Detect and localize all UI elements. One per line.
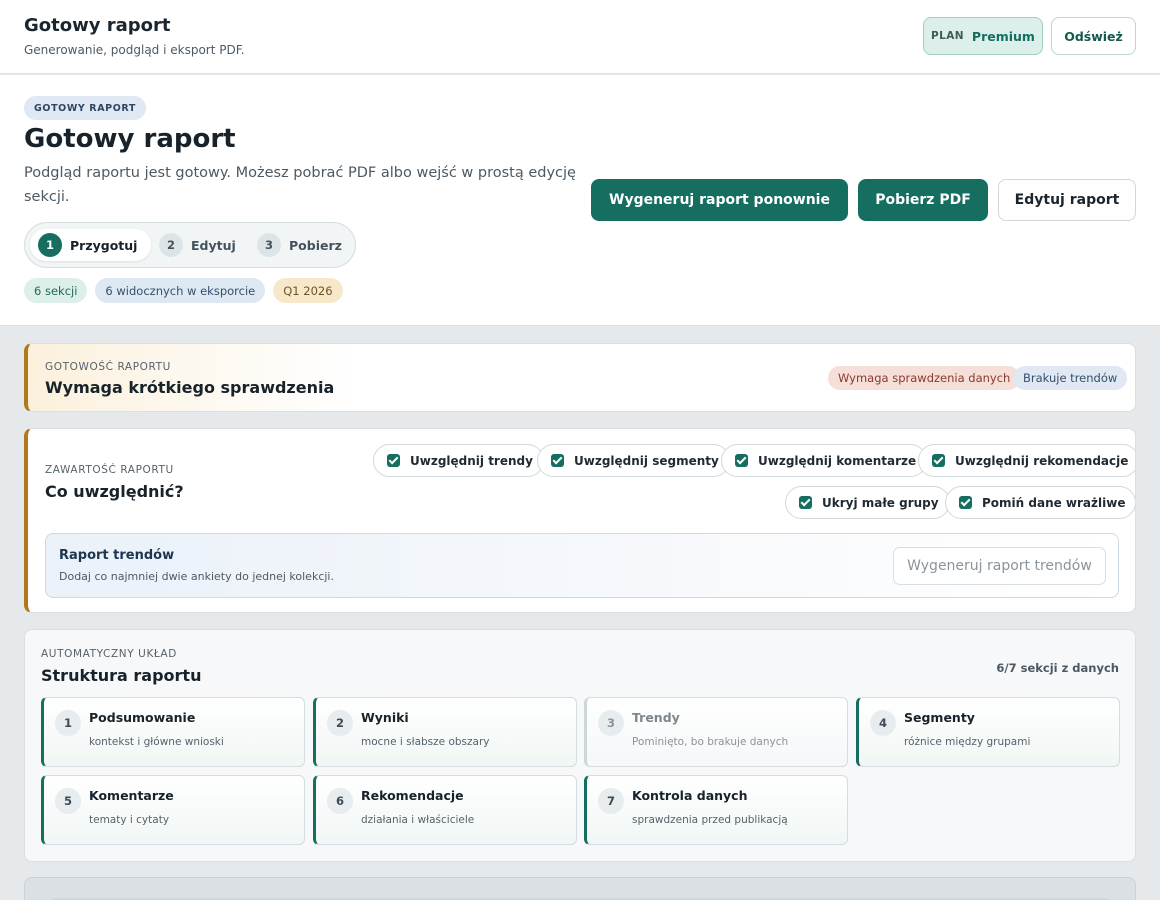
section-description: tematy i cytaty bbox=[89, 814, 170, 826]
readiness-card: GOTOWOŚĆ RAPORTU Wymaga krótkiego sprawd… bbox=[24, 343, 1136, 412]
plan-key: PLAN bbox=[931, 30, 964, 42]
option-include-trends[interactable]: Uwzględnij trendy bbox=[373, 444, 544, 477]
app-title: Gotowy raport bbox=[24, 15, 171, 36]
step-prepare[interactable]: 1 Przygotuj bbox=[30, 229, 152, 261]
option-include-segments[interactable]: Uwzględnij segmenty bbox=[537, 444, 730, 477]
section-description: sprawdzenia przed publikacją bbox=[632, 814, 788, 826]
step-number: 3 bbox=[257, 233, 281, 257]
section-number: 5 bbox=[55, 788, 81, 814]
plan-value: Premium bbox=[971, 28, 1035, 44]
section-results[interactable]: 2 Wyniki mocne i słabsze obszary bbox=[313, 697, 577, 767]
checkbox-checked-icon[interactable] bbox=[799, 496, 812, 509]
visible-export-chip: 6 widocznych w eksporcie bbox=[95, 278, 266, 303]
option-label: Uwzględnij segmenty bbox=[574, 453, 719, 468]
readiness-title: Wymaga krótkiego sprawdzenia bbox=[45, 378, 335, 397]
missing-trends-tag: Brakuje trendów bbox=[1013, 366, 1128, 390]
next-card-peek bbox=[24, 877, 1136, 900]
stepper: 1 Przygotuj 2 Edytuj 3 Pobierz bbox=[24, 222, 356, 268]
section-summary[interactable]: 1 Podsumowanie kontekst i główne wnioski bbox=[41, 697, 305, 767]
section-number: 7 bbox=[598, 788, 624, 814]
content-eyebrow: ZAWARTOŚĆ RAPORTU bbox=[45, 464, 174, 476]
hero-tag: GOTOWY RAPORT bbox=[24, 96, 146, 120]
structure-title: Struktura raportu bbox=[41, 666, 202, 685]
trend-report-description: Dodaj co najmniej dwie ankiety do jednej… bbox=[59, 570, 334, 583]
summary-chips: 6 sekcji 6 widocznych w eksporcie Q1 202… bbox=[24, 278, 343, 303]
option-label: Uwzględnij rekomendacje bbox=[955, 453, 1129, 468]
sections-from-data-count: 6/7 sekcji z danych bbox=[996, 661, 1119, 675]
step-label: Edytuj bbox=[191, 237, 236, 253]
option-label: Uwzględnij trendy bbox=[410, 453, 533, 468]
report-content-card: ZAWARTOŚĆ RAPORTU Co uwzględnić? Uwzględ… bbox=[24, 428, 1136, 613]
step-edit[interactable]: 2 Edytuj bbox=[159, 229, 236, 261]
section-name: Segmenty bbox=[904, 710, 975, 725]
trend-report-panel: Raport trendów Dodaj co najmniej dwie an… bbox=[45, 533, 1119, 598]
option-include-recommendations[interactable]: Uwzględnij rekomendacje bbox=[918, 444, 1135, 477]
checkbox-checked-icon[interactable] bbox=[932, 454, 945, 467]
page-title: Gotowy raport bbox=[24, 124, 236, 154]
section-number: 2 bbox=[327, 710, 353, 736]
trend-report-title: Raport trendów bbox=[59, 548, 175, 563]
section-name: Podsumowanie bbox=[89, 710, 196, 725]
content-title: Co uwzględnić? bbox=[45, 482, 184, 501]
app-subtitle: Generowanie, podgląd i eksport PDF. bbox=[24, 43, 245, 57]
section-description: różnice między grupami bbox=[904, 736, 1031, 748]
section-data-control[interactable]: 7 Kontrola danych sprawdzenia przed publ… bbox=[584, 775, 848, 845]
section-description: kontekst i główne wnioski bbox=[89, 736, 224, 748]
edit-report-button[interactable]: Edytuj raport bbox=[998, 179, 1136, 221]
generate-trend-report-button[interactable]: Wygeneruj raport trendów bbox=[893, 547, 1106, 585]
step-label: Pobierz bbox=[289, 237, 342, 253]
hero-section: GOTOWY RAPORT Gotowy raport Podgląd rapo… bbox=[0, 75, 1160, 326]
data-check-tag: Wymaga sprawdzenia danych bbox=[828, 366, 1021, 390]
section-name: Komentarze bbox=[89, 788, 174, 803]
top-bar: Gotowy raport Generowanie, podgląd i eks… bbox=[0, 0, 1160, 74]
sections-count-chip: 6 sekcji bbox=[24, 278, 88, 303]
checkbox-checked-icon[interactable] bbox=[387, 454, 400, 467]
option-skip-sensitive-data[interactable]: Pomiń dane wrażliwe bbox=[945, 486, 1135, 519]
step-number: 1 bbox=[38, 233, 62, 257]
plan-badge: PLAN Premium bbox=[923, 17, 1043, 55]
section-segments[interactable]: 4 Segmenty różnice między grupami bbox=[856, 697, 1120, 767]
section-recommendations[interactable]: 6 Rekomendacje działania i właściciele bbox=[313, 775, 577, 845]
step-download[interactable]: 3 Pobierz bbox=[257, 229, 342, 261]
option-hide-small-groups[interactable]: Ukryj małe grupy bbox=[785, 486, 950, 519]
structure-eyebrow: AUTOMATYCZNY UKŁAD bbox=[41, 648, 177, 660]
section-name: Trendy bbox=[632, 710, 680, 725]
section-number: 3 bbox=[598, 710, 624, 736]
step-label: Przygotuj bbox=[70, 237, 138, 253]
section-name: Kontrola danych bbox=[632, 788, 748, 803]
download-pdf-button[interactable]: Pobierz PDF bbox=[858, 179, 988, 221]
option-include-comments[interactable]: Uwzględnij komentarze bbox=[721, 444, 928, 477]
section-description: Pominięto, bo brakuje danych bbox=[632, 736, 789, 748]
section-number: 1 bbox=[55, 710, 81, 736]
checkbox-checked-icon[interactable] bbox=[735, 454, 748, 467]
section-trends[interactable]: 3 Trendy Pominięto, bo brakuje danych bbox=[584, 697, 848, 767]
section-description: działania i właściciele bbox=[361, 814, 475, 826]
readiness-eyebrow: GOTOWOŚĆ RAPORTU bbox=[45, 361, 171, 373]
step-number: 2 bbox=[159, 233, 183, 257]
checkbox-checked-icon[interactable] bbox=[551, 454, 564, 467]
section-name: Wyniki bbox=[361, 710, 409, 725]
option-label: Ukryj małe grupy bbox=[822, 495, 939, 510]
page-description: Podgląd raportu jest gotowy. Możesz pobr… bbox=[24, 165, 576, 205]
section-name: Rekomendacje bbox=[361, 788, 464, 803]
period-chip: Q1 2026 bbox=[273, 278, 343, 303]
checkbox-checked-icon[interactable] bbox=[959, 496, 972, 509]
section-comments[interactable]: 5 Komentarze tematy i cytaty bbox=[41, 775, 305, 845]
report-structure-card: AUTOMATYCZNY UKŁAD Struktura raportu 6/7… bbox=[24, 629, 1136, 862]
section-number: 6 bbox=[327, 788, 353, 814]
option-label: Uwzględnij komentarze bbox=[758, 453, 917, 468]
option-label: Pomiń dane wrażliwe bbox=[982, 495, 1126, 510]
refresh-button[interactable]: Odśwież bbox=[1051, 17, 1136, 55]
section-description: mocne i słabsze obszary bbox=[361, 736, 490, 748]
section-number: 4 bbox=[870, 710, 896, 736]
regenerate-report-button[interactable]: Wygeneruj raport ponownie bbox=[591, 179, 848, 221]
